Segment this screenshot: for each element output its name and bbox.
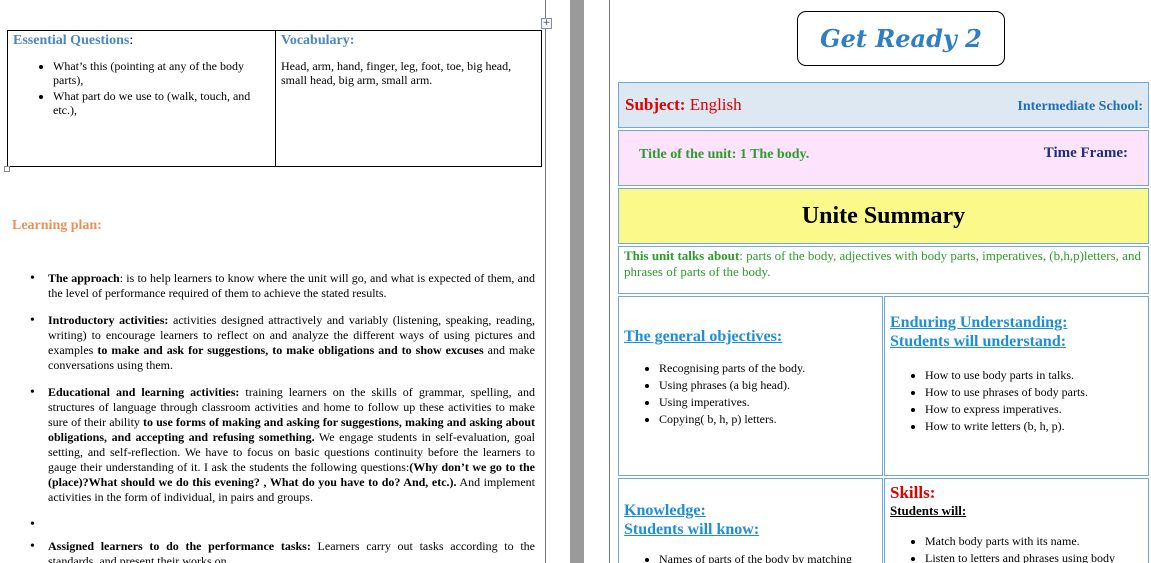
list-item: Educational and learning activities: tra… bbox=[30, 385, 535, 505]
left-page: Essential Questions: What’s this (pointi… bbox=[0, 0, 546, 563]
list-item: Match body parts with its name. bbox=[925, 533, 1143, 550]
general-objectives-list: Recognising parts of the body. Using phr… bbox=[659, 360, 877, 428]
essential-vocabulary-table: Essential Questions: What’s this (pointi… bbox=[7, 30, 542, 167]
list-item: What’s this (pointing at any of the body… bbox=[53, 59, 270, 87]
right-page: Get Ready 2 Subject: English Intermediat… bbox=[609, 0, 1151, 563]
list-item: Recognising parts of the body. bbox=[659, 360, 877, 377]
essential-questions-list: What’s this (pointing at any of the body… bbox=[53, 59, 270, 117]
school-label: Intermediate School: bbox=[1017, 99, 1143, 114]
knowledge-skills-row: Knowledge: Students will know: Names of … bbox=[618, 478, 1149, 563]
list-item: Copying( b, h, p) letters. bbox=[659, 411, 877, 428]
list-item: Using imperatives. bbox=[659, 394, 877, 411]
students-will-heading: Students will: bbox=[890, 503, 967, 518]
learning-plan-heading: Learning plan: bbox=[12, 218, 102, 233]
list-item: How to write letters (b, h, p). bbox=[925, 418, 1143, 435]
skills-list: Match body parts with its name. Listen t… bbox=[925, 533, 1143, 563]
vocabulary-heading: Vocabulary: bbox=[281, 33, 355, 48]
students-will-understand-heading: Students will understand: bbox=[890, 333, 1067, 350]
unit-summary-heading: Unite Summary bbox=[618, 188, 1149, 244]
list-item: How to express imperatives. bbox=[925, 401, 1143, 418]
list-item: How to use body parts in talks. bbox=[925, 367, 1143, 384]
skills-heading: Skills: bbox=[890, 483, 936, 502]
unit-title: Title of the unit: 1 The body. bbox=[639, 147, 810, 162]
list-item: Listen to letters and phrases using body bbox=[925, 550, 1143, 563]
essential-questions-heading: Essential Questions: bbox=[13, 33, 134, 48]
subject-value: English bbox=[685, 95, 742, 114]
page-divider bbox=[570, 0, 584, 563]
talks-label: This unit talks about bbox=[624, 248, 740, 263]
unit-talks-about: This unit talks about: parts of the body… bbox=[618, 246, 1149, 294]
general-objectives-cell: The general objectives: Recognising part… bbox=[618, 296, 883, 476]
table-move-handle-icon[interactable]: + bbox=[541, 18, 552, 29]
students-will-know-heading: Students will know: bbox=[624, 521, 760, 538]
vocabulary-cell: Vocabulary: Head, arm, hand, finger, leg… bbox=[276, 31, 541, 166]
essential-questions-cell: Essential Questions: What’s this (pointi… bbox=[8, 31, 276, 166]
list-item: How to use phrases of body parts. bbox=[925, 384, 1143, 401]
enduring-understanding-heading: Enduring Understanding: bbox=[890, 314, 1068, 331]
list-item: What part do we use to (walk, touch, and… bbox=[53, 89, 270, 117]
vocabulary-text: Head, arm, hand, finger, leg, foot, toe,… bbox=[281, 59, 512, 87]
subject-row: Subject: English Intermediate School: bbox=[618, 82, 1149, 128]
list-item: Names of parts of the body by matching bbox=[659, 551, 877, 563]
knowledge-heading: Knowledge: bbox=[624, 502, 706, 519]
table-resize-handle[interactable] bbox=[4, 166, 10, 172]
list-item: Assigned learners to do the performance … bbox=[30, 539, 535, 563]
list-item: Using phrases (a big head). bbox=[659, 377, 877, 394]
knowledge-list: Names of parts of the body by matching bbox=[659, 551, 877, 563]
general-objectives-heading: The general objectives: bbox=[624, 328, 783, 345]
list-item: The approach: is to help learners to kno… bbox=[30, 271, 535, 301]
book-title-box: Get Ready 2 bbox=[797, 11, 1005, 66]
objectives-understanding-row: The general objectives: Recognising part… bbox=[618, 296, 1149, 476]
enduring-understanding-cell: Enduring Understanding: Students will un… bbox=[884, 296, 1149, 476]
unit-title-row: Title of the unit: 1 The body. Time Fram… bbox=[618, 130, 1149, 186]
subject-label: Subject: bbox=[625, 95, 686, 114]
list-item: Introductory activities: activities desi… bbox=[30, 313, 535, 373]
knowledge-cell: Knowledge: Students will know: Names of … bbox=[618, 478, 883, 563]
skills-cell: Skills: Students will: Match body parts … bbox=[884, 478, 1149, 563]
enduring-understanding-list: How to use body parts in talks. How to u… bbox=[925, 367, 1143, 435]
list-item bbox=[30, 517, 535, 532]
learning-plan-list: The approach: is to help learners to kno… bbox=[30, 271, 535, 563]
time-frame-label: Time Frame: bbox=[1043, 145, 1128, 161]
